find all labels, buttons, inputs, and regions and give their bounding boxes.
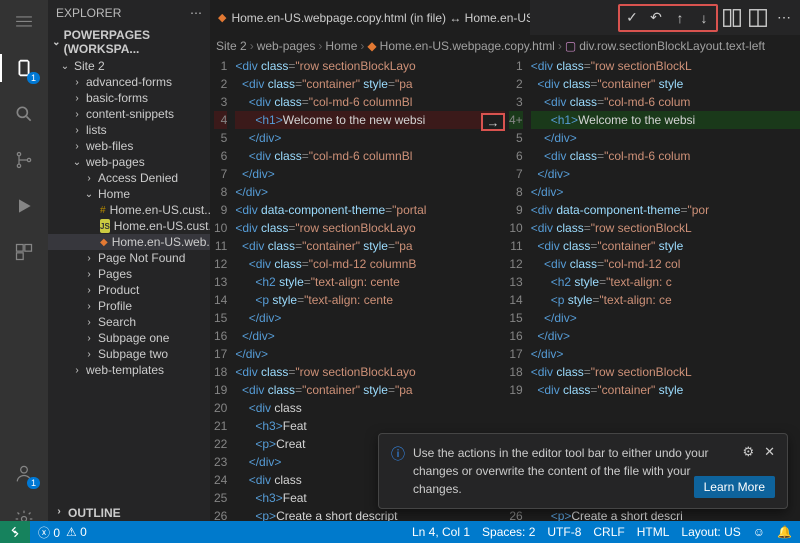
tree-folder[interactable]: ›Profile xyxy=(48,298,210,314)
revert-icon[interactable]: ↶ xyxy=(644,6,668,30)
workspace-name: POWERPAGES (WORKSPA... xyxy=(64,28,206,56)
notification-toast: ⓘ Use the actions in the editor tool bar… xyxy=(378,433,788,509)
tree-folder-home[interactable]: ⌄Home xyxy=(48,186,210,202)
extensions-icon[interactable] xyxy=(10,238,38,266)
remote-indicator[interactable] xyxy=(0,521,30,543)
notifications-icon[interactable]: 🔔 xyxy=(777,525,792,539)
tree-folder[interactable]: ›Pages xyxy=(48,266,210,282)
error-count[interactable]: ⓧ 0 xyxy=(38,524,60,541)
tree-folder[interactable]: ›basic-forms xyxy=(48,90,210,106)
language-mode[interactable]: HTML xyxy=(637,525,670,539)
tree-folder[interactable]: ›content-snippets xyxy=(48,106,210,122)
source-control-icon[interactable] xyxy=(10,146,38,174)
tree-folder[interactable]: ›lists xyxy=(48,122,210,138)
tree-folder[interactable]: ›Subpage one xyxy=(48,330,210,346)
toast-settings-icon[interactable]: ⚙ xyxy=(742,444,754,460)
info-icon: ⓘ xyxy=(391,444,405,498)
workspace-header[interactable]: ⌄POWERPAGES (WORKSPA... xyxy=(48,26,210,58)
breadcrumb[interactable]: Site 2› web-pages› Home› ◆Home.en-US.web… xyxy=(210,35,800,57)
tree-file[interactable]: JSHome.en-US.cust... xyxy=(48,218,210,234)
cursor-position[interactable]: Ln 4, Col 1 xyxy=(412,525,470,539)
search-icon[interactable] xyxy=(10,100,38,128)
tree-folder[interactable]: ›Page Not Found xyxy=(48,250,210,266)
tree-file[interactable]: #Home.en-US.cust... xyxy=(48,202,210,218)
prev-change-icon[interactable]: ↑ xyxy=(668,6,692,30)
learn-more-button[interactable]: Learn More xyxy=(694,476,775,498)
tree-file-active[interactable]: ◆Home.en-US.web... xyxy=(48,234,210,250)
tab-more-icon[interactable]: ⋯ xyxy=(772,6,796,30)
status-bar: ⓧ 0 ⚠ 0 Ln 4, Col 1 Spaces: 2 UTF-8 CRLF… xyxy=(0,521,800,543)
encoding[interactable]: UTF-8 xyxy=(547,525,581,539)
editor-tab[interactable]: ◆ Home.en-US.webpage.copy.html (in file)… xyxy=(210,0,530,35)
tree-folder[interactable]: ⌄web-pages xyxy=(48,154,210,170)
toast-close-icon[interactable]: ✕ xyxy=(764,444,775,460)
menu-icon[interactable] xyxy=(10,8,38,36)
explorer-sidebar: EXPLORER ⋯ ⌄POWERPAGES (WORKSPA... ⌄Site… xyxy=(48,0,210,543)
run-debug-icon[interactable] xyxy=(10,192,38,220)
indent-setting[interactable]: Spaces: 2 xyxy=(482,525,535,539)
diff-actions-highlight: ✓ ↶ ↑ ↓ xyxy=(618,4,718,32)
file-tree: ⌄Site 2 ›advanced-forms ›basic-forms ›co… xyxy=(48,58,210,503)
tree-folder[interactable]: ›Access Denied xyxy=(48,170,210,186)
next-change-icon[interactable]: ↓ xyxy=(692,6,716,30)
eol[interactable]: CRLF xyxy=(593,525,624,539)
warning-count[interactable]: ⚠ 0 xyxy=(66,525,87,539)
tree-folder[interactable]: ›web-files xyxy=(48,138,210,154)
toast-message: Use the actions in the editor tool bar t… xyxy=(413,444,734,498)
sidebar-title-text: EXPLORER xyxy=(56,6,121,20)
sidebar-more-icon[interactable]: ⋯ xyxy=(190,6,202,20)
keyboard-layout[interactable]: Layout: US xyxy=(681,525,740,539)
tree-folder[interactable]: ›Search xyxy=(48,314,210,330)
tree-folder[interactable]: ›Product xyxy=(48,282,210,298)
tree-folder[interactable]: ›Subpage two xyxy=(48,346,210,362)
move-change-arrow-icon[interactable]: → xyxy=(481,113,505,131)
diff-toggle-icon[interactable] xyxy=(720,6,744,30)
tab-bar: ◆ Home.en-US.webpage.copy.html (in file)… xyxy=(210,0,800,35)
activity-bar: 1 1 xyxy=(0,0,48,543)
editor-toolbar: ✓ ↶ ↑ ↓ ⋯ xyxy=(618,4,800,32)
html-file-icon: ◆ xyxy=(218,11,226,25)
editor-area: ◆ Home.en-US.webpage.copy.html (in file)… xyxy=(210,0,800,543)
account-badge: 1 xyxy=(27,477,40,489)
tree-folder[interactable]: ›advanced-forms xyxy=(48,74,210,90)
outline-section[interactable]: ›OUTLINE xyxy=(48,503,210,523)
feedback-icon[interactable]: ☺ xyxy=(753,525,765,539)
tab-title: Home.en-US.webpage.copy.html (in file) ↔… xyxy=(231,11,530,25)
accept-icon[interactable]: ✓ xyxy=(620,6,644,30)
tree-folder-site[interactable]: ⌄Site 2 xyxy=(48,58,210,74)
split-editor-icon[interactable] xyxy=(746,6,770,30)
tree-folder[interactable]: ›web-templates xyxy=(48,362,210,378)
explorer-icon[interactable]: 1 xyxy=(10,54,38,82)
sidebar-title: EXPLORER ⋯ xyxy=(48,0,210,26)
account-icon[interactable]: 1 xyxy=(10,459,38,487)
explorer-badge: 1 xyxy=(27,72,40,84)
